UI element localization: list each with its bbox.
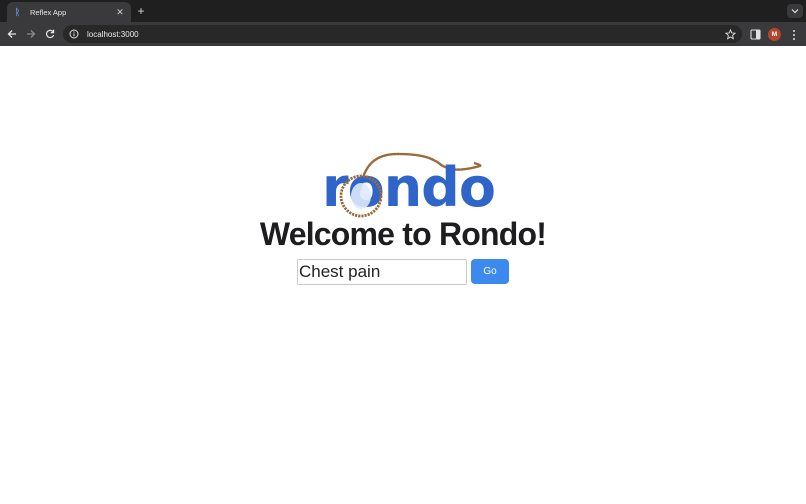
page-title: Welcome to Rondo! [259,216,547,252]
reload-icon [45,29,55,39]
new-tab-icon[interactable]: + [134,4,148,18]
bookmark-star-icon[interactable] [724,28,736,40]
side-panel-icon[interactable] [750,29,761,40]
reflex-favicon-icon: ᚱ [14,7,21,17]
tab-title: Reflex App [30,7,67,17]
browser-toolbar: localhost:3000 M [0,22,806,46]
go-button[interactable]: Go [471,259,509,284]
reload-button[interactable] [41,25,59,43]
tab-strip: ᚱ Reflex App ✕ + [0,0,806,22]
address-bar[interactable]: localhost:3000 [63,25,742,43]
profile-avatar[interactable]: M [768,28,781,41]
tab-search-button[interactable] [787,4,803,18]
arrow-left-icon [7,30,16,38]
chevron-down-icon [791,9,799,14]
rondo-logo: rondo [318,150,496,222]
forward-button[interactable] [22,25,40,43]
site-info-icon[interactable] [69,29,79,39]
url-text: localhost:3000 [87,29,139,39]
browser-tab[interactable]: ᚱ Reflex App ✕ [7,2,131,22]
tab-close-icon[interactable]: ✕ [115,7,125,18]
symptom-search-input[interactable] [297,259,467,285]
browser-menu-icon[interactable] [788,28,800,41]
arrow-right-icon [27,30,36,38]
page-content: rondo Welcome to Rondo! Go [0,46,806,504]
back-button[interactable] [3,25,21,43]
lasso-ring-icon [339,174,383,218]
